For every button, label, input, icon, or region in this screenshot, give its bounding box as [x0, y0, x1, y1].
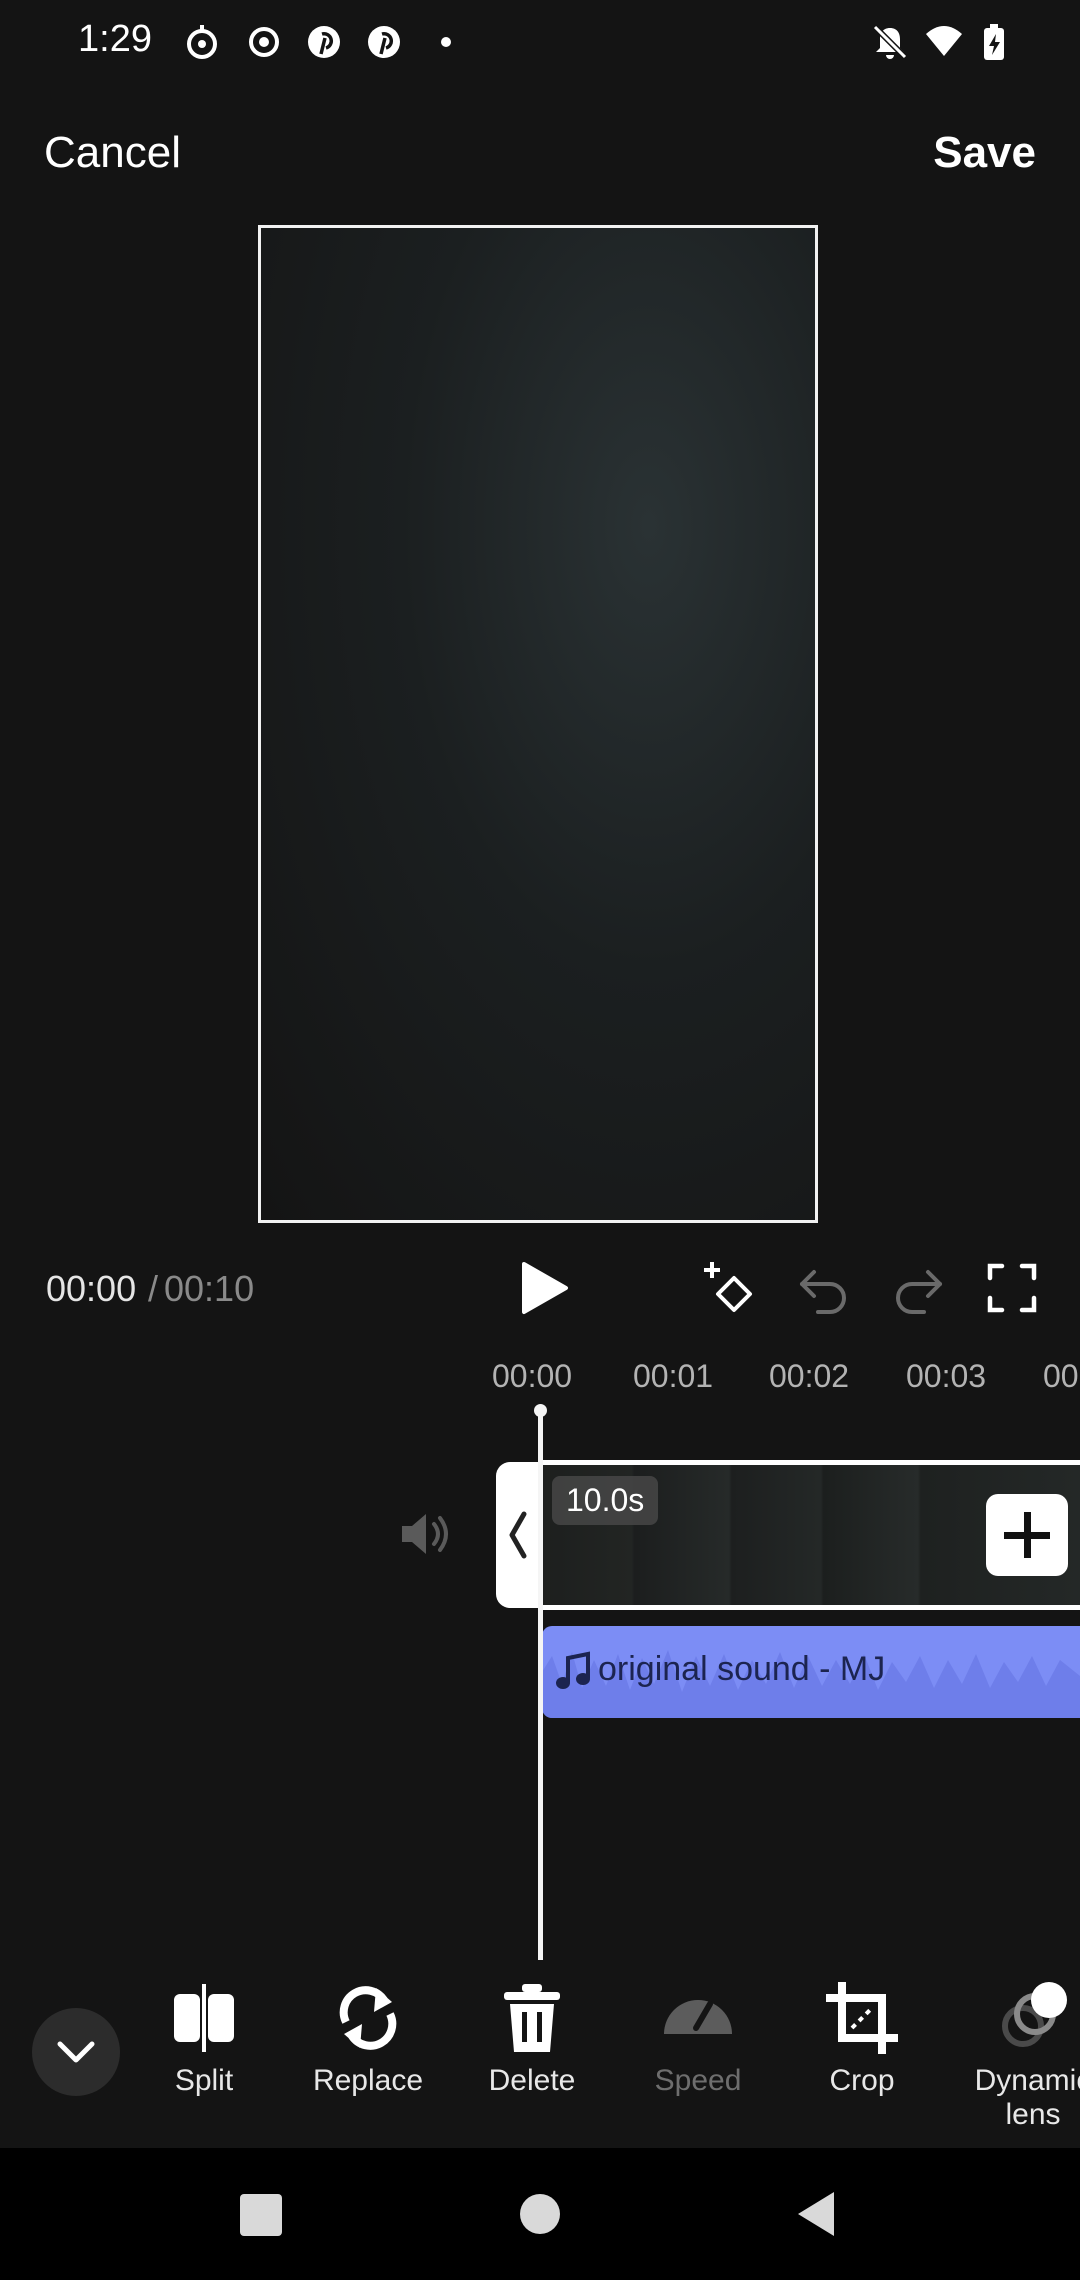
add-clip-button[interactable]	[986, 1494, 1068, 1576]
back-icon[interactable]	[794, 2190, 838, 2238]
ruler-tick: 00:02	[769, 1358, 850, 1394]
delete-label: Delete	[488, 2064, 576, 2097]
speed-button[interactable]: Speed	[628, 1978, 768, 2098]
cancel-button[interactable]: Cancel	[44, 128, 181, 178]
split-icon	[174, 1984, 234, 2052]
volume-icon[interactable]	[398, 1506, 454, 1562]
undo-icon[interactable]	[794, 1258, 854, 1318]
ruler-tick: 00	[1043, 1358, 1079, 1394]
split-button[interactable]: Split	[134, 1978, 274, 2098]
replace-button[interactable]: Replace	[298, 1978, 438, 2098]
replace-label: Replace	[312, 2064, 424, 2097]
split-label: Split	[174, 2064, 234, 2097]
time-separator: /	[148, 1268, 159, 1309]
total-time: 00:10	[164, 1268, 255, 1309]
video-preview[interactable]	[258, 225, 818, 1223]
save-button[interactable]: Save	[933, 128, 1036, 178]
play-icon[interactable]	[514, 1258, 574, 1318]
chevron-down-icon	[57, 2041, 95, 2063]
add-keyframe-icon[interactable]	[700, 1258, 760, 1318]
ruler-tick: 00:01	[633, 1358, 714, 1394]
ruler-tick: 00:00	[492, 1358, 573, 1394]
app-notification-icon	[187, 25, 217, 59]
audio-track[interactable]: original sound - MJ	[542, 1626, 1080, 1718]
status-time: 1:29	[78, 18, 152, 60]
fullscreen-icon[interactable]	[982, 1258, 1042, 1318]
music-note-icon	[556, 1651, 590, 1689]
crop-button[interactable]: Crop	[792, 1978, 932, 2098]
wifi-icon	[926, 26, 962, 56]
navigation-bar	[0, 2148, 1080, 2280]
redo-icon[interactable]	[888, 1258, 948, 1318]
home-icon[interactable]	[518, 2192, 562, 2236]
dynamic-lens-label: Dynamic lens	[974, 2064, 1080, 2131]
clip-trim-handle[interactable]	[496, 1462, 542, 1608]
replace-icon	[339, 1986, 397, 2050]
recents-icon[interactable]	[238, 2192, 284, 2238]
crop-icon	[826, 1982, 898, 2054]
collapse-toolbar-button[interactable]	[32, 2008, 120, 2096]
current-time: 00:00	[46, 1268, 137, 1309]
pinterest-icon	[308, 26, 340, 58]
delete-button[interactable]: Delete	[462, 1978, 602, 2098]
more-notifications-dot-icon	[441, 37, 451, 47]
chevron-left-icon	[509, 1511, 527, 1559]
speed-label: Speed	[654, 2064, 742, 2097]
pinterest-icon	[368, 26, 400, 58]
dynamic-lens-button[interactable]: Dynamic lens	[958, 1978, 1080, 2132]
dynamic-lens-icon	[1002, 1982, 1067, 2047]
clip-duration-badge: 10.0s	[552, 1476, 659, 1525]
ruler-tick: 00:03	[906, 1358, 987, 1394]
battery-charging-icon	[984, 24, 1004, 60]
delete-icon	[504, 1984, 560, 2052]
record-notification-icon	[249, 27, 279, 57]
playhead-handle[interactable]	[534, 1404, 547, 1417]
playhead[interactable]	[538, 1408, 543, 1960]
speed-icon	[664, 1999, 732, 2034]
mute-icon	[872, 24, 908, 60]
crop-label: Crop	[829, 2064, 895, 2097]
audio-track-label: original sound - MJ	[598, 1650, 886, 1688]
